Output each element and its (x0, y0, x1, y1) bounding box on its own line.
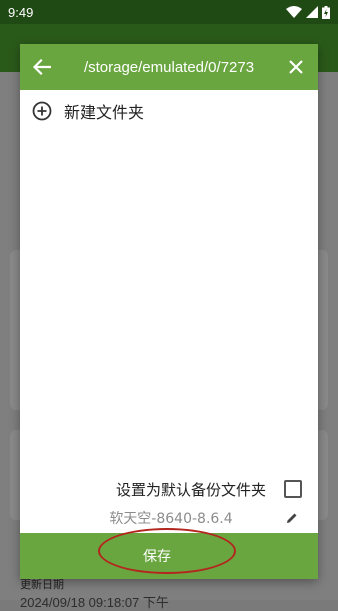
back-button[interactable] (20, 44, 64, 90)
edit-name-button[interactable] (282, 512, 302, 524)
arrow-left-icon (33, 59, 51, 75)
default-folder-row: 设置为默认备份文件夹 (20, 474, 318, 504)
save-label: 保存 (143, 549, 171, 565)
new-folder-label: 新建文件夹 (64, 103, 145, 122)
new-folder-item[interactable]: 新建文件夹 (20, 94, 318, 128)
file-name-text: 软天空-8640-8.6.4 (109, 511, 233, 527)
dialog-header: /storage/emulated/0/7273 (20, 44, 318, 90)
default-folder-checkbox[interactable] (284, 480, 302, 498)
save-button[interactable]: 保存 (20, 533, 318, 579)
file-name-row: 软天空-8640-8.6.4 (20, 506, 318, 530)
pencil-icon (287, 513, 297, 523)
signal-icon (306, 6, 318, 18)
close-icon (289, 60, 303, 74)
status-time: 9:49 (8, 4, 34, 20)
current-path: /storage/emulated/0/7273 (83, 58, 255, 76)
add-circle-icon (32, 101, 52, 121)
battery-icon (322, 5, 330, 19)
folder-picker-dialog: /storage/emulated/0/7273 新建文件夹 设置为默认备份文件… (20, 44, 318, 579)
wifi-icon (286, 6, 302, 18)
close-button[interactable] (274, 44, 318, 90)
status-bar: 9:49 (0, 0, 338, 24)
update-date-value: 2024/09/18 09:18:07 下午 (20, 595, 169, 610)
default-folder-label: 设置为默认备份文件夹 (115, 480, 266, 499)
